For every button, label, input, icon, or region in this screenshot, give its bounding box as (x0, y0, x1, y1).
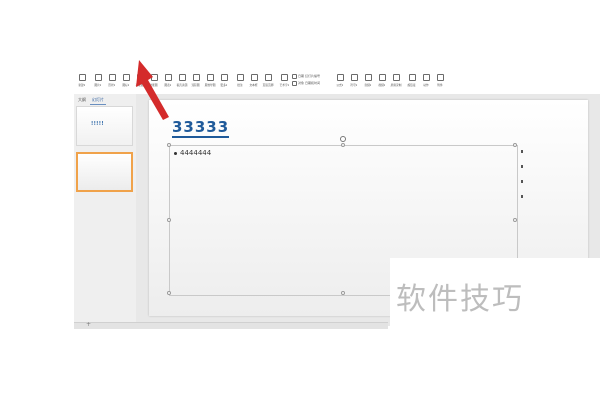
more-icon (220, 74, 228, 81)
video-icon (378, 74, 386, 81)
tab-slides[interactable]: 幻灯片 (90, 96, 106, 105)
omega-icon (350, 74, 358, 81)
slide-icon (78, 74, 86, 81)
tab-outline[interactable]: 大纲 (76, 96, 88, 105)
new-slide-button[interactable]: 新建▾ (74, 72, 90, 92)
action-icon (422, 74, 430, 81)
watermark-text: 软件技巧 (396, 282, 524, 317)
resize-handle-sw[interactable] (167, 291, 171, 295)
attachment-icon (436, 74, 444, 81)
resize-handle-n[interactable] (341, 143, 345, 147)
shape-icon (108, 74, 116, 81)
cube-icon (136, 74, 144, 81)
comment-icon (236, 74, 244, 81)
more-button[interactable]: 更多▾ (216, 72, 232, 92)
chart-icon (164, 74, 172, 81)
smart-graphic-icon (150, 74, 158, 81)
ribbon-toolbar: 新建▾ 图片▾ 形状▾ 图标▾ 功能图 智能图 图表▾ 稻壳资源 流程图 思维导… (74, 72, 600, 94)
bullet-text: 4444444 (180, 149, 212, 157)
flowchart-icon (192, 74, 200, 81)
watermark: 软件技巧 (390, 258, 600, 400)
screen-record-icon (392, 74, 400, 81)
date-slide-number-group[interactable]: 日期 幻灯片编号 对象 日期和时间 (292, 72, 320, 92)
object-icon (292, 81, 298, 86)
attachment-button[interactable]: 附件 (432, 72, 448, 92)
resize-handle-ne[interactable] (513, 143, 517, 147)
link-icon (408, 74, 416, 81)
slide-thumbnail-2[interactable] (76, 152, 133, 192)
bullet-item[interactable]: 4444444 (174, 149, 211, 157)
screen-record-button[interactable]: 屏幕录制 (388, 72, 404, 92)
date-icon (292, 74, 298, 79)
header-footer-icon (264, 74, 272, 81)
icon-library-icon (122, 74, 130, 81)
status-bar: + (74, 321, 388, 329)
slide-thumbnail-1[interactable]: !!!!! (76, 106, 133, 146)
audio-icon (364, 74, 372, 81)
add-slide-icon[interactable]: + (86, 321, 91, 328)
slide-title[interactable]: 33333 (172, 119, 230, 138)
resize-handle-w[interactable] (167, 218, 171, 222)
wordart-button[interactable]: 艺术字▾ (276, 72, 292, 92)
rotate-handle[interactable] (340, 136, 346, 142)
side-toolbar-marks (521, 150, 525, 230)
formula-icon (336, 74, 344, 81)
bullet-dot (174, 151, 177, 155)
wordart-icon (280, 74, 288, 81)
thumbnail-title: !!!!! (91, 121, 104, 127)
header-footer-button[interactable]: 页眉页脚 (260, 72, 276, 92)
picture-icon (94, 74, 102, 81)
resize-handle-e[interactable] (513, 218, 517, 222)
textbox-icon (250, 74, 258, 81)
mindmap-icon (206, 74, 214, 81)
resize-handle-s[interactable] (341, 291, 345, 295)
resource-icon (178, 74, 186, 81)
resize-handle-nw[interactable] (167, 143, 171, 147)
panel-tabs: 大纲 幻灯片 (76, 96, 106, 105)
